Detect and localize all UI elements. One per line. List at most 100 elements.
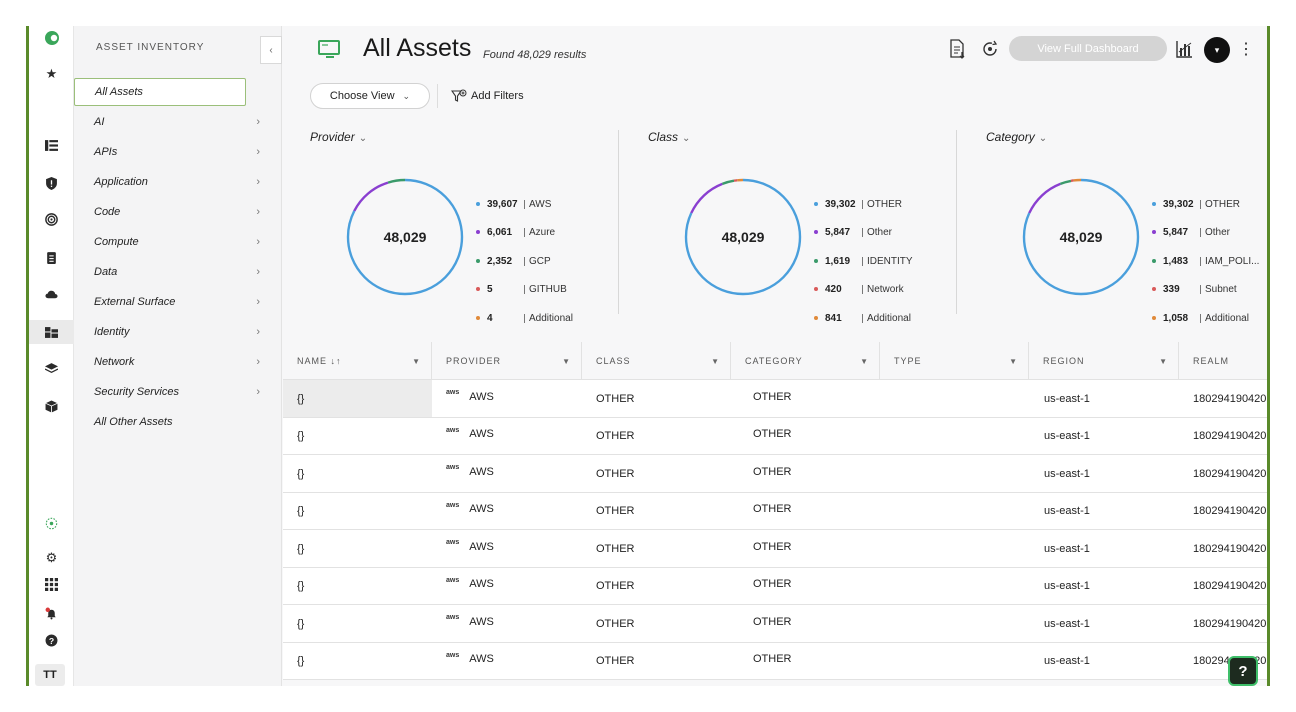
name-cell[interactable]: {}: [283, 530, 432, 567]
table-row[interactable]: {}awsAWSOTHEROTHERus-east-1180294190420: [283, 417, 1267, 455]
name-cell[interactable]: {}: [283, 493, 432, 530]
column-header-label: REALM: [1193, 356, 1230, 366]
table-row[interactable]: {}awsAWSOTHEROTHERus-east-1180294190420: [283, 380, 1267, 418]
legend-label: Other: [1205, 226, 1231, 238]
table-row[interactable]: {}awsAWSOTHEROTHERus-east-1180294190420: [283, 605, 1267, 643]
nav-item-label: All Assets: [95, 86, 143, 98]
nav-item-application[interactable]: Application ›: [94, 171, 266, 193]
nav-item-all-other-assets[interactable]: All Other Assets: [94, 411, 266, 433]
more-options-icon[interactable]: ⋮: [1238, 38, 1254, 60]
legend-item[interactable]: 5,847 Other: [814, 225, 892, 239]
column-header[interactable]: REGION ▼: [1029, 342, 1179, 380]
legend-item[interactable]: 5,847 Other: [1152, 225, 1230, 239]
chevron-right-icon: ›: [256, 386, 260, 398]
legend-item[interactable]: 1,483 IAM_POLI...: [1152, 254, 1259, 268]
list-icon[interactable]: [29, 134, 74, 156]
sparkle-icon[interactable]: [29, 512, 74, 534]
target-icon[interactable]: [29, 208, 74, 230]
divider: [1200, 227, 1201, 237]
add-filters-button[interactable]: Add Filters: [451, 86, 524, 106]
legend-swatch: [814, 316, 818, 320]
legend-item[interactable]: 6,061 Azure: [476, 225, 555, 239]
refresh-icon[interactable]: [980, 38, 1000, 60]
divider: [1200, 284, 1201, 294]
legend-label: GCP: [529, 255, 551, 267]
shield-icon[interactable]: [29, 172, 74, 194]
realm-cell: 180294190420: [1193, 617, 1267, 630]
table-row[interactable]: {}awsAWSOTHEROTHERus-east-1180294190420: [283, 530, 1267, 568]
star-icon[interactable]: ★: [29, 63, 74, 85]
column-header[interactable]: PROVIDER ▼: [432, 342, 582, 380]
legend-item[interactable]: 4 Additional: [476, 311, 573, 325]
bell-icon[interactable]: [29, 602, 74, 624]
nav-item-identity[interactable]: Identity ›: [94, 321, 266, 343]
nav-item-data[interactable]: Data ›: [94, 261, 266, 283]
provider-widget-title[interactable]: Provider ⌄: [310, 130, 367, 144]
table-row[interactable]: {}awsAWSOTHEROTHERus-east-1180294190420: [283, 567, 1267, 605]
column-header[interactable]: CATEGORY ▼: [731, 342, 880, 380]
column-header-label: PROVIDER: [446, 356, 502, 366]
class-widget-title[interactable]: Class ⌄: [648, 130, 690, 144]
name-cell[interactable]: {}: [283, 568, 432, 605]
column-header-label: TYPE: [894, 356, 922, 366]
filter-icon[interactable]: ▼: [860, 357, 869, 366]
clipboard-icon[interactable]: [29, 246, 74, 268]
legend-item[interactable]: 339 Subnet: [1152, 282, 1237, 296]
nav-item-all-assets[interactable]: All Assets: [74, 78, 246, 106]
avatar[interactable]: ▾: [1204, 37, 1230, 63]
nav-item-external-surface[interactable]: External Surface ›: [94, 291, 266, 313]
view-full-dashboard-button[interactable]: View Full Dashboard: [1009, 36, 1167, 61]
column-header[interactable]: NAME ↓↑ ▼: [283, 342, 432, 380]
name-cell[interactable]: {}: [283, 455, 432, 492]
legend-item[interactable]: 420 Network: [814, 282, 904, 296]
export-icon[interactable]: [947, 38, 967, 60]
logo-icon[interactable]: [29, 26, 74, 50]
cloud-icon[interactable]: [29, 283, 74, 305]
cube-icon[interactable]: [29, 395, 74, 417]
nav-item-code[interactable]: Code ›: [94, 201, 266, 223]
filter-icon[interactable]: ▼: [562, 357, 571, 366]
help-chat-button[interactable]: ?: [1228, 656, 1258, 686]
name-cell[interactable]: {}: [283, 380, 432, 417]
legend-value: 6,061: [487, 226, 513, 238]
legend-item[interactable]: 39,302 OTHER: [1152, 197, 1240, 211]
name-cell[interactable]: {}: [283, 605, 432, 642]
nav-item-network[interactable]: Network ›: [94, 351, 266, 373]
table-row[interactable]: {}awsAWSOTHEROTHERus-east-1180294190420: [283, 491, 1267, 530]
filter-icon[interactable]: ▼: [1009, 357, 1018, 366]
help-icon[interactable]: ?: [29, 629, 74, 651]
column-header[interactable]: REALM: [1179, 342, 1267, 380]
legend-value: 4: [487, 312, 493, 324]
layers-icon[interactable]: [29, 357, 74, 379]
name-cell[interactable]: {}: [283, 643, 432, 680]
collapse-nav-button[interactable]: ‹: [260, 36, 282, 64]
provider-cell: aws AWS: [446, 491, 494, 528]
legend-item[interactable]: 2,352 GCP: [476, 254, 551, 268]
filter-icon[interactable]: ▼: [1159, 357, 1168, 366]
category-widget-title[interactable]: Category ⌄: [986, 130, 1047, 144]
legend-item[interactable]: 841 Additional: [814, 311, 911, 325]
legend-item[interactable]: 39,302 OTHER: [814, 197, 902, 211]
legend-value: 1,483: [1163, 255, 1189, 267]
chart-icon[interactable]: [1174, 38, 1194, 60]
legend-item[interactable]: 1,619 IDENTITY: [814, 254, 913, 268]
table-row[interactable]: {}awsAWSOTHEROTHERus-east-1180294190420: [283, 642, 1267, 680]
name-cell[interactable]: {}: [283, 418, 432, 455]
inventory-icon[interactable]: [29, 320, 74, 344]
nav-item-apis[interactable]: APIs ›: [94, 141, 266, 163]
legend-item[interactable]: 1,058 Additional: [1152, 311, 1249, 325]
nav-item-security-services[interactable]: Security Services ›: [94, 381, 266, 403]
user-initials[interactable]: TT: [35, 664, 65, 686]
legend-item[interactable]: 39,607 AWS: [476, 197, 551, 211]
grid-icon[interactable]: [29, 573, 74, 595]
nav-item-ai[interactable]: AI ›: [94, 111, 266, 133]
filter-icon[interactable]: ▼: [711, 357, 720, 366]
column-header[interactable]: TYPE ▼: [880, 342, 1029, 380]
nav-item-compute[interactable]: Compute ›: [94, 231, 266, 253]
gear-icon[interactable]: ⚙: [29, 547, 74, 569]
choose-view-dropdown[interactable]: Choose View ⌄: [310, 83, 430, 109]
filter-icon[interactable]: ▼: [412, 357, 421, 366]
legend-item[interactable]: 5 GITHUB: [476, 282, 567, 296]
column-header[interactable]: CLASS ▼: [582, 342, 731, 380]
table-row[interactable]: {}awsAWSOTHEROTHERus-east-1180294190420: [283, 455, 1267, 493]
